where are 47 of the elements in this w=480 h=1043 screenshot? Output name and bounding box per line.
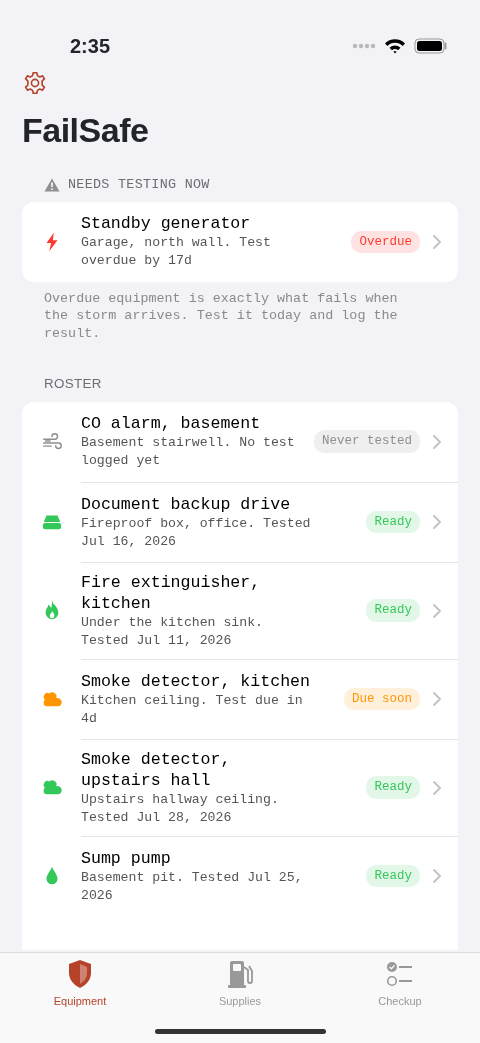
item-detail: Fireproof box, office. Tested Jul 16, 2026 — [81, 514, 312, 551]
status-badge: Ready — [366, 776, 420, 799]
equipment-row[interactable]: Standby generator Garage, north wall. Test overdue by 17d Overdue — [22, 201, 458, 282]
item-name: Standby generator — [81, 213, 252, 235]
chevron-icon — [432, 233, 442, 250]
settings-icon — [22, 70, 48, 96]
equipment-row[interactable]: Document backup drive Fireproof box, office. Tested Jul 16, 2026 Ready — [22, 481, 458, 562]
chevron-icon — [432, 691, 442, 707]
status-time: 2:35 — [70, 34, 111, 59]
status-badge: Never tested — [314, 430, 420, 453]
warning-icon — [44, 177, 60, 192]
status-badge: Ready — [366, 864, 420, 888]
tab-item[interactable]: Equipment — [0, 953, 160, 1011]
battery-icon — [414, 38, 448, 54]
equipment-row[interactable]: CO alarm, basement Basement stairwell. No test logged yet Never tested — [22, 401, 458, 482]
item-name: Fire extinguisher, kitchen — [81, 571, 262, 614]
item-name: Smoke detector, kitchen — [81, 670, 312, 692]
item-detail: Upstairs hallway ceiling. Tested Jul 28, 2026 — [81, 790, 280, 827]
chevron-icon — [432, 433, 442, 450]
item-name: Smoke detector, upstairs hall — [81, 748, 232, 791]
status-badge: Ready — [366, 510, 420, 534]
chevron-icon — [432, 602, 442, 619]
item-name: Sump pump — [81, 847, 172, 869]
item-detail: Basement pit. Tested Jul 25, 2026 — [81, 868, 304, 905]
item-detail: Basement stairwell. No test logged yet — [81, 434, 296, 470]
wifi-icon — [384, 38, 406, 54]
signal-icon — [352, 43, 376, 49]
section-footer: Overdue equipment is exactly what fails when the storm arrives. Test it today and log the result. — [22, 281, 442, 343]
status-badge: Ready — [366, 599, 420, 622]
app-title: FailSafe — [22, 110, 150, 151]
equipment-row[interactable]: Smoke detector, kitchen Kitchen ceiling. Test due in 4d Due soon — [22, 658, 458, 739]
chevron-icon — [432, 514, 442, 530]
chevron-icon — [432, 779, 442, 796]
equipment-row[interactable]: Sump pump Basement pit. Tested Jul 25, 2026 Ready — [22, 835, 458, 916]
section-header: ROSTER — [44, 375, 102, 394]
status-badge: Due soon — [344, 687, 420, 711]
chevron-icon — [432, 868, 442, 884]
equipment-row[interactable]: Smoke detector, upstairs hall Upstairs hallway ceiling. Tested Jul 28, 2026 Ready — [22, 738, 458, 836]
item-detail: Under the kitchen sink. Tested Jul 11, 2026 — [81, 613, 265, 650]
item-detail: Garage, north wall. Test overdue by 17d — [81, 234, 272, 271]
item-name: Document backup drive — [81, 493, 292, 515]
settings-button[interactable] — [22, 70, 48, 96]
item-detail: Kitchen ceiling. Test due in 4d — [81, 691, 304, 728]
item-name: CO alarm, basement — [81, 413, 262, 434]
section-header: NEEDS TESTING NOW — [68, 175, 210, 194]
status-badge: Overdue — [351, 230, 420, 254]
equipment-row[interactable]: Fire extinguisher, kitchen Under the kitchen sink. Tested Jul 11, 2026 Ready — [22, 561, 458, 659]
